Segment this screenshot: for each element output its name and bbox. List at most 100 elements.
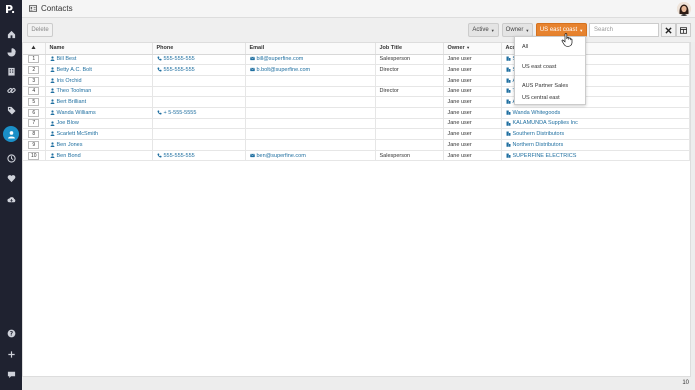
dropdown-item-us-central-east[interactable]: US central east	[522, 95, 560, 101]
table-row[interactable]: 5Bert BrilliantJane userA	[23, 96, 690, 108]
email-icon	[249, 56, 255, 61]
contact-name-link[interactable]: Joe Blow	[57, 120, 79, 126]
contact-name-link[interactable]: Scarlett McSmith	[57, 131, 99, 137]
table-row[interactable]: 7 Joe Blow Jane user KALAMUNDA Supplies Inc	[23, 118, 690, 130]
phone-link[interactable]: + 5-555-5555	[164, 110, 197, 116]
table-row[interactable]: 6 Wanda Williams + 5-555-5555 Jane user Wand…	[23, 107, 690, 119]
column-header-name[interactable]: Name	[45, 43, 153, 55]
search-input[interactable]: Search	[589, 23, 659, 37]
person-icon	[50, 120, 55, 126]
phone-cell	[152, 118, 246, 130]
close-icon	[665, 26, 672, 34]
table-row[interactable]: 8 Scarlett McSmith Jane user Southern Distr…	[23, 128, 690, 140]
home-icon[interactable]	[5, 28, 17, 40]
row-number-cell[interactable]: 7	[23, 118, 46, 130]
phone-cell	[152, 86, 246, 98]
contact-name-link[interactable]: Bert Brilliant	[57, 99, 87, 105]
user-avatar[interactable]	[677, 2, 691, 16]
email-cell	[245, 139, 376, 151]
name-cell[interactable]: Scarlett McSmith	[45, 128, 153, 140]
column-header-phone[interactable]: Phone	[152, 43, 246, 55]
table-row[interactable]: 3Iris OrchidJane userA ...RS	[23, 75, 690, 87]
chat-icon[interactable]	[5, 368, 17, 380]
heart-icon[interactable]	[5, 172, 17, 184]
row-number-cell[interactable]: 9	[23, 139, 46, 151]
name-cell[interactable]: Betty A.C. Bolt	[45, 64, 153, 76]
account-link[interactable]: KALAMUNDA Supplies Inc	[513, 120, 578, 126]
clear-search-button[interactable]	[661, 23, 676, 37]
column-header-job-title[interactable]: Job Title	[375, 43, 444, 55]
delete-button[interactable]: Delete	[27, 23, 53, 37]
email-link[interactable]: b.bolt@superfine.com	[257, 67, 311, 73]
row-number-cell[interactable]: 5	[23, 96, 46, 108]
row-number-cell[interactable]: 1	[23, 54, 46, 66]
active-filter-label: Active	[472, 27, 489, 33]
table-row[interactable]: 1 Bill Best 555-555-555 bill@superfine.com S…	[23, 54, 690, 66]
table-row[interactable]: 10 Ben Bond 555-555-555 ben@superfine.com Sa…	[23, 150, 690, 162]
owner-filter-button[interactable]: Owner ▼	[502, 23, 533, 37]
phone-link[interactable]: 555-555-555	[164, 153, 195, 159]
columns-toggle-button[interactable]	[676, 23, 691, 37]
help-icon[interactable]: ?	[5, 327, 17, 339]
table-row[interactable]: 4Theo ToolmanDirectorJane userT	[23, 86, 690, 98]
footer-bar: 10	[22, 377, 695, 390]
contact-name-link[interactable]: Bill Best	[57, 56, 77, 62]
name-cell[interactable]: Wanda Williams	[45, 107, 153, 119]
email-link[interactable]: bill@superfine.com	[257, 56, 304, 62]
name-cell[interactable]: Ben Bond	[45, 150, 153, 162]
name-cell[interactable]: Iris Orchid	[45, 75, 153, 87]
row-number-cell[interactable]: 3	[23, 75, 46, 87]
email-link[interactable]: ben@superfine.com	[257, 153, 306, 159]
contact-name-link[interactable]: Iris Orchid	[57, 78, 82, 84]
phone-cell: + 5-555-5555	[152, 107, 246, 119]
name-cell[interactable]: Ben Jones	[45, 139, 153, 151]
name-cell[interactable]: Bill Best	[45, 54, 153, 66]
account-link[interactable]: Wanda Whitegoods	[513, 110, 561, 116]
phone-link[interactable]: 555-555-555	[164, 56, 195, 62]
link-icon[interactable]	[5, 84, 17, 96]
contact-name-link[interactable]: Theo Toolman	[57, 88, 92, 94]
pie-chart-icon[interactable]	[5, 46, 17, 58]
contacts-nav-icon[interactable]	[3, 126, 19, 142]
phone-link[interactable]: 555-555-555	[164, 67, 195, 73]
owner-cell: Jane user	[443, 96, 502, 108]
active-filter-button[interactable]: Active ▼	[468, 23, 499, 37]
account-link[interactable]: Southern Distributors	[513, 131, 565, 137]
name-cell[interactable]: Bert Brilliant	[45, 96, 153, 108]
name-cell[interactable]: Theo Toolman	[45, 86, 153, 98]
record-count: 10	[682, 380, 689, 386]
contact-name-link[interactable]: Betty A.C. Bolt	[57, 67, 92, 73]
table-header-row: Name Phone Email Job Title Owner ▼ Acc	[23, 43, 690, 55]
owner-cell: Jane user	[443, 86, 502, 98]
contact-name-link[interactable]: Ben Bond	[57, 153, 81, 159]
select-column-header[interactable]	[23, 43, 46, 55]
column-header-owner[interactable]: Owner ▼	[443, 43, 502, 55]
table-row[interactable]: 9 Ben Jones Jane user Northern Distributors	[23, 139, 690, 151]
row-number-cell[interactable]: 6	[23, 107, 46, 119]
dropdown-item-all[interactable]: All	[522, 44, 528, 50]
history-icon[interactable]	[5, 152, 17, 164]
owner-cell: Jane user	[443, 64, 502, 76]
contact-name-link[interactable]: Wanda Williams	[57, 110, 96, 116]
job-title-cell: Salesperson	[375, 54, 444, 66]
table-row[interactable]: 2 Betty A.C. Bolt 555-555-555 b.bolt@superf…	[23, 64, 690, 76]
account-link[interactable]: Northern Distributors	[513, 142, 564, 148]
caret-down-icon: ▼	[490, 27, 495, 33]
building-icon[interactable]	[5, 65, 17, 77]
row-number-cell[interactable]: 2	[23, 64, 46, 76]
name-cell[interactable]: Joe Blow	[45, 118, 153, 130]
tag-icon[interactable]	[5, 104, 17, 116]
dropdown-item-aus-partner-sales[interactable]: AUS Partner Sales	[522, 83, 568, 89]
cloud-download-icon[interactable]	[5, 193, 17, 205]
row-number-cell[interactable]: 10	[23, 150, 46, 162]
dropdown-item-us-east-coast[interactable]: US east coast	[522, 64, 556, 70]
row-number-cell[interactable]: 4	[23, 86, 46, 98]
row-number: 1	[28, 55, 40, 64]
app-logo[interactable]: P.	[5, 3, 18, 16]
row-number-cell[interactable]: 8	[23, 128, 46, 140]
contact-name-link[interactable]: Ben Jones	[57, 142, 83, 148]
account-link[interactable]: SUPERFINE ELECTRICS	[513, 153, 577, 159]
column-header-email[interactable]: Email	[245, 43, 376, 55]
add-icon[interactable]	[5, 348, 17, 360]
job-title-cell	[375, 118, 444, 130]
